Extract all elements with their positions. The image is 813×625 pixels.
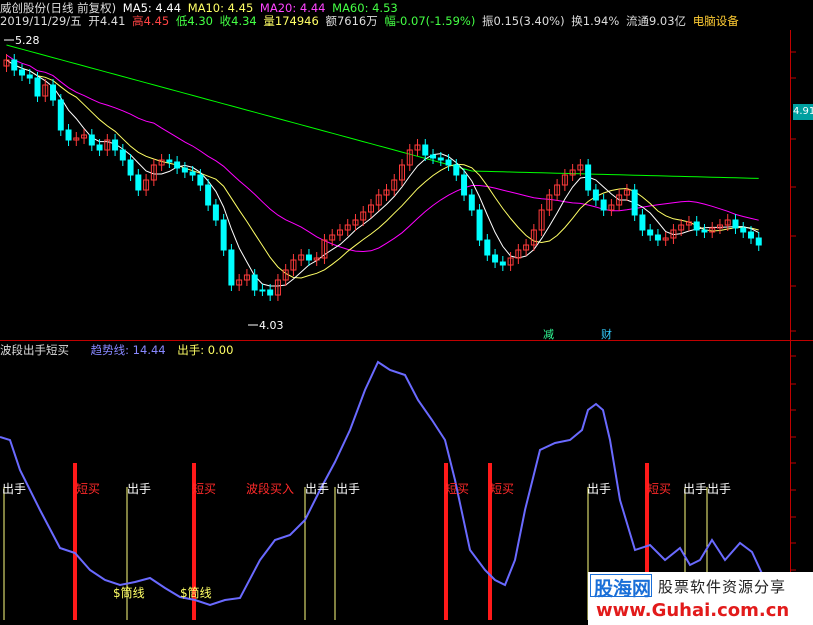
candle-body — [127, 159, 134, 176]
candle-body — [305, 254, 312, 261]
event-marker-jian: 减 — [543, 328, 554, 341]
low-marker: 4.03 — [248, 319, 284, 332]
candle-body — [65, 129, 72, 141]
signal-label-out: 出手 — [587, 482, 612, 496]
ma5-line — [6, 59, 759, 287]
ma5-polyline — [6, 59, 759, 287]
candle-body — [119, 149, 126, 161]
candle-body — [585, 164, 592, 191]
event-marker-cai: 财 — [601, 327, 612, 341]
signal-label-out: 出手 — [683, 482, 708, 496]
candle-body — [197, 174, 204, 186]
candle-body — [166, 159, 173, 163]
candle-body — [181, 167, 188, 173]
candle-body — [57, 99, 64, 131]
high-mark-text: 5.28 — [15, 34, 40, 47]
candle-body — [437, 157, 444, 161]
signal-label-out: 出手 — [2, 482, 27, 496]
candle-body — [96, 144, 103, 151]
candle-body — [484, 239, 491, 256]
candle-body — [701, 229, 708, 233]
watermark-slogan: 股票软件资源分享 — [658, 578, 787, 596]
candle-body — [693, 221, 700, 231]
ma20-polyline — [6, 54, 759, 253]
candle-body — [453, 164, 460, 176]
candle-body — [135, 174, 142, 191]
watermark-logo: 股海网 股票软件资源分享 www.Guhai.com.cn — [588, 572, 813, 625]
candle-body — [26, 74, 33, 79]
ma20-line — [6, 54, 759, 253]
signal-label-short-buy: 短买 — [76, 482, 101, 496]
indicator-trend-label: 趋势线: 14.44 — [90, 343, 166, 357]
candle-body — [740, 227, 747, 233]
indicator-out-label: 出手: 0.00 — [177, 343, 234, 357]
candle-body — [220, 219, 227, 251]
current-price-axis-label: 4.91 — [793, 104, 813, 120]
candles — [3, 54, 762, 301]
candle-body — [50, 84, 57, 101]
candle-body — [34, 77, 41, 97]
candle-body — [174, 161, 181, 169]
candle-body — [228, 249, 235, 286]
candle-body — [654, 234, 661, 241]
indicator-title: 波段出手短买 — [0, 343, 69, 357]
candle-body — [19, 69, 26, 76]
high-marker: 5.28 — [4, 34, 40, 47]
signal-label-money-line: $筒线 — [113, 586, 145, 600]
candle-body — [468, 194, 475, 211]
signal-label-out: 出手 — [127, 482, 152, 496]
candle-body — [476, 209, 483, 241]
candle-body — [631, 189, 638, 216]
signal-label-short-buy: 短买 — [490, 482, 515, 496]
candle-body — [88, 134, 95, 146]
candle-body — [251, 274, 258, 291]
stock-chart-window: 威创股份(日线 前复权) MA5: 4.44 MA10: 4.45 MA20: … — [0, 0, 813, 625]
candle-body — [747, 231, 754, 239]
candle-body — [499, 261, 506, 266]
candle-body — [259, 289, 266, 292]
ma60-polyline — [6, 44, 759, 179]
signal-label-out: 出手 — [336, 482, 361, 496]
candle-body — [639, 214, 646, 231]
watermark-url: www.Guhai.com.cn — [596, 600, 790, 621]
ma60-line — [6, 44, 759, 179]
candle-body — [461, 174, 468, 196]
signal-label-short-buy: 短买 — [192, 482, 217, 496]
watermark-brand: 股海网 — [594, 578, 652, 600]
indicator-header: 波段出手短买 趋势线: 14.44 出手: 0.00 — [0, 342, 236, 358]
candle-body — [592, 189, 599, 201]
low-mark-text: 4.03 — [259, 319, 284, 332]
candle-body — [422, 144, 429, 156]
signal-label-short-buy: 短买 — [445, 482, 470, 496]
signal-label-out: 出手 — [305, 482, 330, 496]
candle-body — [647, 229, 654, 236]
candle-body — [205, 184, 212, 206]
signal-label-money-line: $筒线 — [180, 586, 212, 600]
signal-label-band-buy: 波段买入 — [246, 482, 295, 496]
candle-body — [430, 154, 437, 159]
candle-body — [112, 139, 119, 151]
candle-body — [755, 237, 762, 246]
candlestick-chart[interactable]: 5.28 4.03 减 财 — [0, 0, 813, 625]
candle-body — [11, 59, 18, 71]
candle-body — [600, 199, 607, 211]
candle-body — [267, 289, 274, 296]
candle-body — [492, 254, 499, 263]
candle-body — [189, 171, 196, 176]
candle-body — [732, 219, 739, 229]
candle-body — [212, 204, 219, 221]
signal-label-out: 出手 — [707, 482, 732, 496]
signal-label-short-buy: 短买 — [647, 482, 672, 496]
candle-body — [445, 159, 452, 166]
